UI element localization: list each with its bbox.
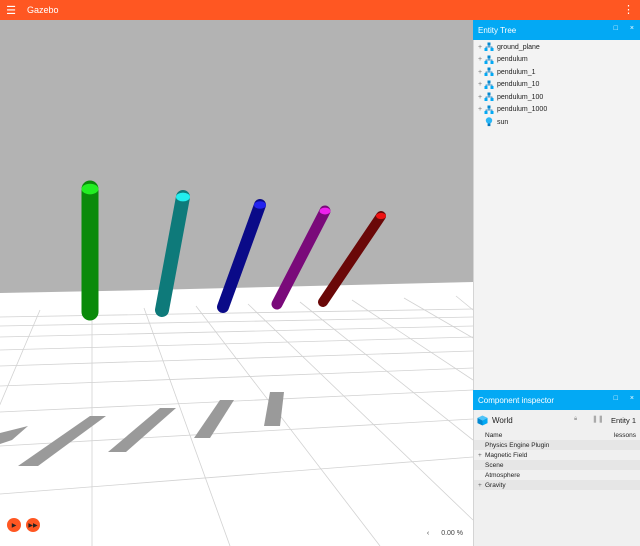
rtf-value: 0.00 % xyxy=(441,530,463,537)
more-options-icon[interactable]: ⋮ xyxy=(623,3,634,16)
inspector-row-label: Magnetic Field xyxy=(485,451,528,459)
entity-tree-item[interactable]: + pendulum_100 xyxy=(474,91,640,104)
pendulum-3[interactable] xyxy=(217,199,266,313)
close-icon[interactable]: × xyxy=(630,25,634,32)
pendulum-4[interactable] xyxy=(271,205,331,310)
inspector-row[interactable]: + Magnetic Field xyxy=(474,450,640,460)
model-icon xyxy=(484,80,494,90)
entity-tree-item-label: pendulum_10 xyxy=(497,81,540,89)
maximize-icon[interactable]: □ xyxy=(614,25,618,32)
expand-plus-icon[interactable]: + xyxy=(478,482,485,489)
entity-tree-item-label: pendulum_100 xyxy=(497,93,544,101)
expand-plus-icon[interactable]: + xyxy=(478,452,485,459)
light-bulb-icon xyxy=(484,117,494,127)
inspector-row: Name lessons xyxy=(474,430,640,440)
real-time-factor: ‹ 0.00 % xyxy=(427,530,463,537)
entity-tree-item[interactable]: + ground_plane xyxy=(474,41,640,54)
model-icon xyxy=(484,92,494,102)
inspector-row-label: Name xyxy=(485,431,503,439)
pendulum-1[interactable] xyxy=(81,180,99,321)
inspector-row[interactable]: + Gravity xyxy=(474,480,640,490)
model-icon xyxy=(484,67,494,77)
entity-tree-item[interactable]: + pendulum_10 xyxy=(474,79,640,92)
inspector-row: Physics Engine Plugin xyxy=(474,440,640,450)
inspector-row-label: Physics Engine Plugin xyxy=(485,441,550,449)
model-icon xyxy=(484,55,494,65)
play-icon[interactable]: ▶ xyxy=(7,518,21,532)
inspector-row: Atmosphere xyxy=(474,470,640,480)
close-icon[interactable]: × xyxy=(630,395,634,402)
app-titlebar: ☰ Gazebo ⋮ xyxy=(0,0,640,20)
inspector-entity-id: Entity 1 xyxy=(610,416,636,425)
app-title: Gazebo xyxy=(27,5,59,15)
pendulum-5[interactable] xyxy=(318,211,386,307)
entity-tree-item[interactable]: + pendulum_1000 xyxy=(474,104,640,117)
entity-tree: + ground_plane + pendulum + pendulum_1 + pendul… xyxy=(473,40,640,390)
component-inspector: World 🔒︎ ❚❚ Entity 1 Name lessons Physics … xyxy=(473,410,640,546)
model-icon xyxy=(484,42,494,52)
entity-tree-item[interactable]: sun xyxy=(474,116,640,129)
inspector-row-label: Atmosphere xyxy=(485,471,521,479)
world-cube-icon xyxy=(477,414,488,426)
scene-3d-view[interactable]: ▶ ▶▶ ‹ 0.00 % xyxy=(0,20,473,546)
entity-tree-item-label: ground_plane xyxy=(497,43,540,51)
rtf-arrow-icon[interactable]: ‹ xyxy=(427,530,429,537)
inspector-row-value: lessons xyxy=(613,431,636,439)
inspector-entity-name: World xyxy=(492,415,513,425)
model-icon xyxy=(484,105,494,115)
entity-tree-header: Entity Tree □ × xyxy=(473,20,640,40)
entity-tree-item-label: pendulum xyxy=(497,56,528,64)
fast-forward-icon[interactable]: ▶▶ xyxy=(26,518,40,532)
lock-icon[interactable]: 🔒︎ xyxy=(574,416,577,423)
entity-tree-item[interactable]: + pendulum_1 xyxy=(474,66,640,79)
pause-icon[interactable]: ❚❚ xyxy=(592,415,604,423)
maximize-icon[interactable]: □ xyxy=(614,395,618,402)
pendulum-2[interactable] xyxy=(155,190,190,317)
entity-tree-title: Entity Tree xyxy=(478,25,517,35)
hamburger-menu-icon[interactable]: ☰ xyxy=(0,4,22,17)
entity-tree-item-label: sun xyxy=(497,118,509,126)
entity-tree-item-label: pendulum_1000 xyxy=(497,106,548,114)
inspector-rows: Name lessons Physics Engine Plugin + Magneti… xyxy=(474,430,640,490)
entity-tree-item-label: pendulum_1 xyxy=(497,68,536,76)
inspector-row-label: Gravity xyxy=(485,481,506,489)
entity-tree-item[interactable]: + pendulum xyxy=(474,54,640,67)
inspector-row: Scene xyxy=(474,460,640,470)
inspector-row-label: Scene xyxy=(485,461,504,469)
playback-controls: ▶ ▶▶ xyxy=(7,518,40,532)
component-inspector-title: Component inspector xyxy=(478,395,555,405)
pendulum-layer xyxy=(81,180,386,321)
inspector-entity-row: World 🔒︎ ❚❚ Entity 1 xyxy=(474,410,640,430)
component-inspector-header: Component inspector □ × xyxy=(473,390,640,410)
